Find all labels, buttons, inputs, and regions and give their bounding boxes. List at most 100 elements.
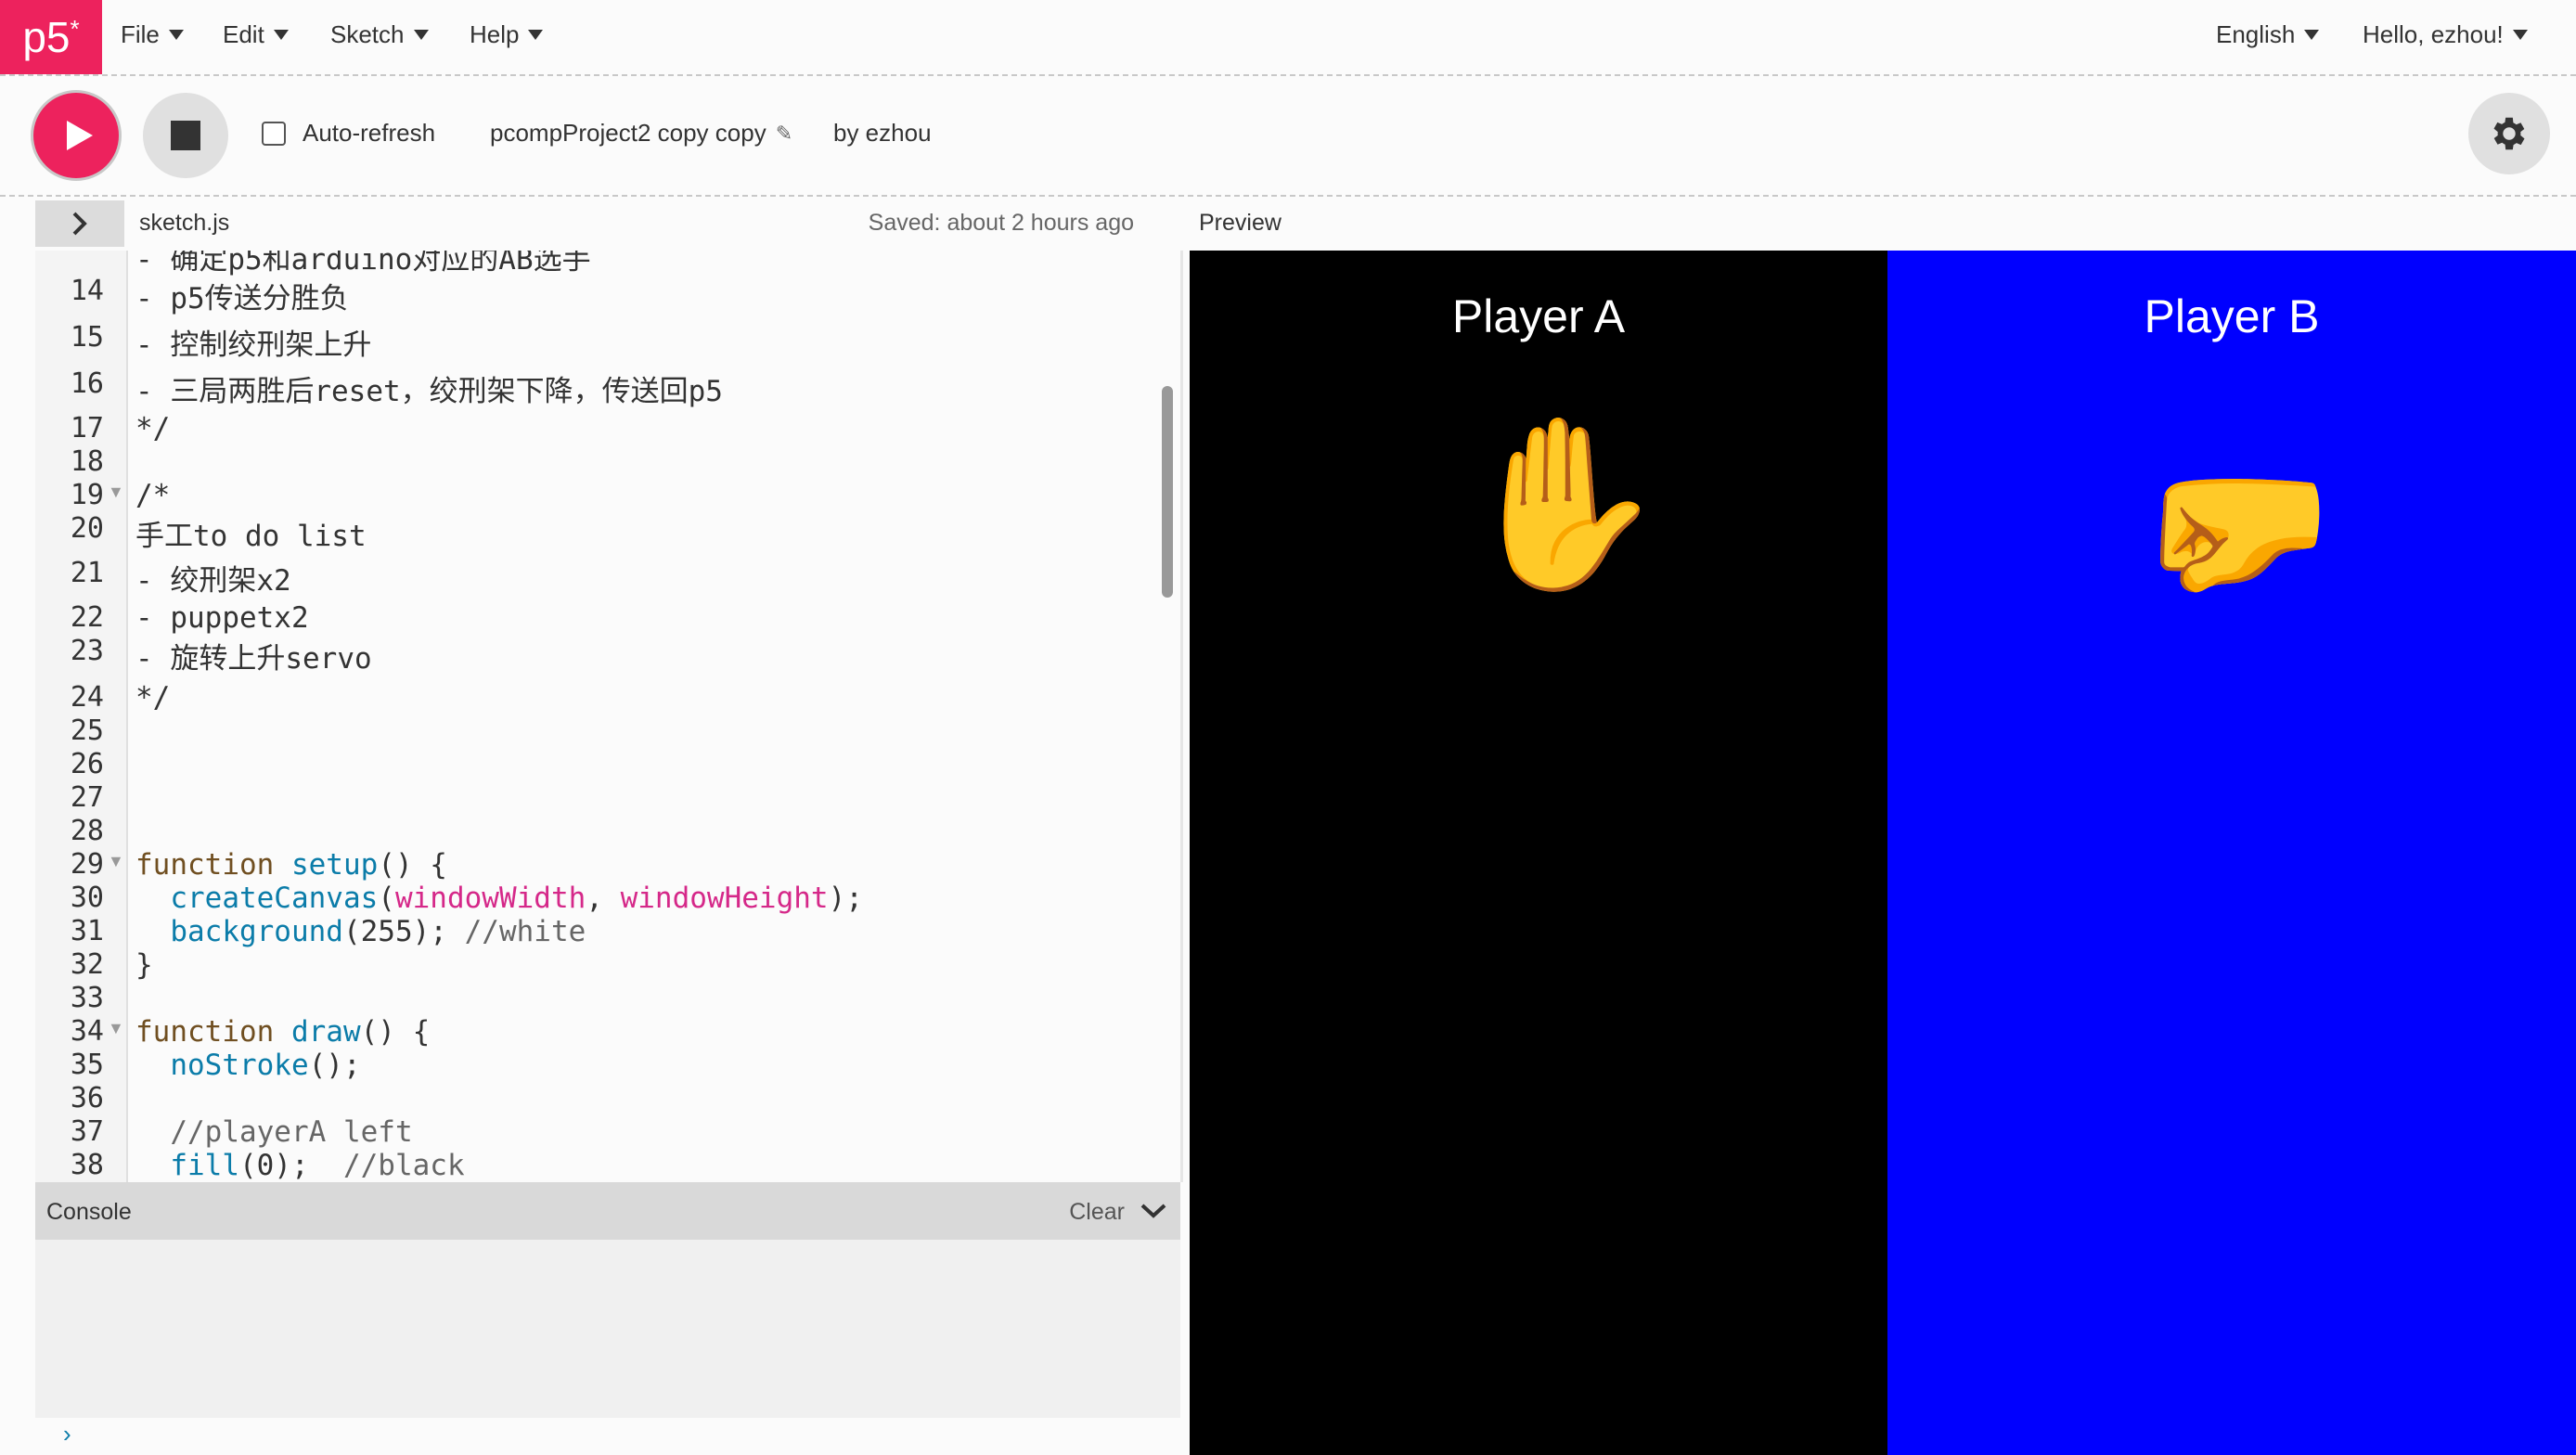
code-text: ( — [378, 882, 395, 915]
code-line: */ — [135, 412, 171, 445]
code-keyword: function — [135, 848, 275, 882]
player-a-panel: Player A ✋ — [1190, 251, 1887, 1455]
caret-down-icon — [2512, 30, 2528, 40]
raised-hand-icon: ✋ — [1459, 411, 1668, 598]
stop-button[interactable] — [143, 93, 228, 178]
code-line: - 旋转上升servo — [135, 642, 372, 676]
code-function: background — [170, 915, 343, 948]
sidebar-toggle-button[interactable] — [35, 200, 124, 247]
menu-file-label: File — [121, 20, 160, 48]
line-number: 27 — [70, 781, 104, 814]
caret-down-icon — [413, 30, 429, 40]
code-text: ); — [828, 882, 863, 915]
code-line: - 确定p5和arduino对应的AB选手 — [135, 251, 591, 277]
code-editor[interactable]: 14 15 16 17 18 19 ▼ 20 21 22 23 24 25 26… — [35, 251, 1183, 1182]
code-line: createCanvas(windowWidth, windowHeight); — [135, 882, 863, 915]
code-text: () { — [378, 848, 447, 882]
line-number: 34 — [70, 1015, 104, 1048]
code-line: fill(0); //black — [135, 1149, 465, 1182]
code-function: fill — [170, 1149, 239, 1182]
code-builtin: windowHeight — [620, 882, 829, 915]
settings-button[interactable] — [2468, 93, 2550, 174]
code-text: (); — [308, 1049, 361, 1082]
line-number: 20 — [70, 512, 104, 545]
code-line: 手工to do list — [135, 520, 367, 553]
project-name-text: pcompProject2 copy copy — [490, 119, 766, 147]
console-header: Console Clear — [35, 1182, 1180, 1240]
menu-sketch-label: Sketch — [330, 20, 405, 48]
p5-logo[interactable]: p5 * — [0, 0, 102, 74]
line-number: 36 — [70, 1082, 104, 1114]
language-menu[interactable]: English — [2216, 20, 2320, 49]
pencil-icon[interactable]: ✎ — [776, 122, 792, 146]
editor-scrollbar[interactable] — [1162, 386, 1173, 598]
code-line: - puppetx2 — [135, 601, 309, 635]
line-number-gutter: 14 15 16 17 18 19 ▼ 20 21 22 23 24 25 26… — [35, 251, 128, 1182]
line-number: 31 — [70, 915, 104, 947]
line-number: 28 — [70, 815, 104, 847]
code-function: createCanvas — [170, 882, 379, 915]
menu-file[interactable]: File — [121, 20, 184, 49]
code-comment: //white — [464, 915, 586, 948]
line-number: 35 — [70, 1049, 104, 1081]
line-number: 17 — [70, 412, 104, 444]
code-line: - 绞刑架x2 — [135, 564, 291, 598]
code-text: () { — [360, 1015, 431, 1049]
sketch-preview[interactable]: Player A ✋ Player B 🤛 — [1190, 251, 2576, 1455]
menu-help[interactable]: Help — [470, 20, 544, 49]
line-number: 19 — [70, 479, 104, 511]
toolbar: Auto-refresh pcompProject2 copy copy ✎ b… — [0, 76, 2576, 197]
code-text: (0); — [238, 1149, 343, 1182]
line-number: 32 — [70, 948, 104, 981]
auto-refresh[interactable]: Auto-refresh — [262, 119, 435, 148]
user-greeting: Hello, ezhou! — [2363, 20, 2504, 48]
top-nav: p5 * File Edit Sketch Help English Hello,… — [0, 0, 2576, 76]
line-number: 25 — [70, 715, 104, 747]
caret-down-icon — [168, 30, 184, 40]
code-line: function setup() { — [135, 848, 447, 882]
code-line: - 三局两胜后reset，绞刑架下降，传送回p5 — [135, 375, 723, 408]
menu-edit[interactable]: Edit — [223, 20, 289, 49]
saved-status: Saved: about 2 hours ago — [868, 210, 1134, 236]
code-line: - 控制绞刑架上升 — [135, 328, 372, 362]
menu-help-label: Help — [470, 20, 520, 48]
logo-asterisk: * — [70, 14, 80, 43]
auto-refresh-checkbox[interactable] — [262, 121, 286, 146]
code-comment: //black — [342, 1149, 465, 1182]
code-line: /* — [135, 479, 171, 512]
code-line: */ — [135, 681, 171, 715]
line-number: 23 — [70, 635, 104, 667]
file-name[interactable]: sketch.js — [139, 210, 229, 237]
code-builtin: windowWidth — [394, 882, 586, 915]
menu-edit-label: Edit — [223, 20, 264, 48]
logo-text: p5 — [22, 13, 71, 61]
play-icon — [67, 121, 93, 150]
language-label: English — [2216, 20, 2296, 48]
gear-icon — [2493, 117, 2525, 150]
line-number: 14 — [70, 275, 104, 307]
fold-arrow-icon[interactable]: ▼ — [108, 852, 124, 871]
code-line: function draw() { — [135, 1015, 430, 1049]
project-author: by ezhou — [833, 119, 932, 147]
code-function: setup — [290, 848, 379, 882]
line-number: 21 — [70, 557, 104, 589]
user-menu[interactable]: Hello, ezhou! — [2363, 20, 2528, 49]
menu-sketch[interactable]: Sketch — [330, 20, 429, 49]
line-number: 18 — [70, 445, 104, 478]
console-title: Console — [46, 1199, 132, 1225]
code-keyword: function — [135, 1015, 275, 1049]
stop-icon — [171, 121, 200, 150]
code-text: , — [586, 882, 621, 915]
fold-arrow-icon[interactable]: ▼ — [108, 483, 124, 502]
code-comment: //playerA left — [170, 1115, 413, 1149]
project-name[interactable]: pcompProject2 copy copy ✎ — [490, 119, 792, 148]
line-number: 22 — [70, 601, 104, 634]
line-number: 15 — [70, 321, 104, 354]
line-number: 24 — [70, 681, 104, 714]
fold-arrow-icon[interactable]: ▼ — [108, 1019, 124, 1038]
code-line: } — [135, 948, 153, 982]
console-clear-button[interactable]: Clear — [1069, 1199, 1125, 1226]
chevron-down-icon[interactable] — [1140, 1197, 1167, 1227]
play-button[interactable] — [33, 93, 119, 178]
console-input[interactable]: › — [35, 1418, 1180, 1455]
